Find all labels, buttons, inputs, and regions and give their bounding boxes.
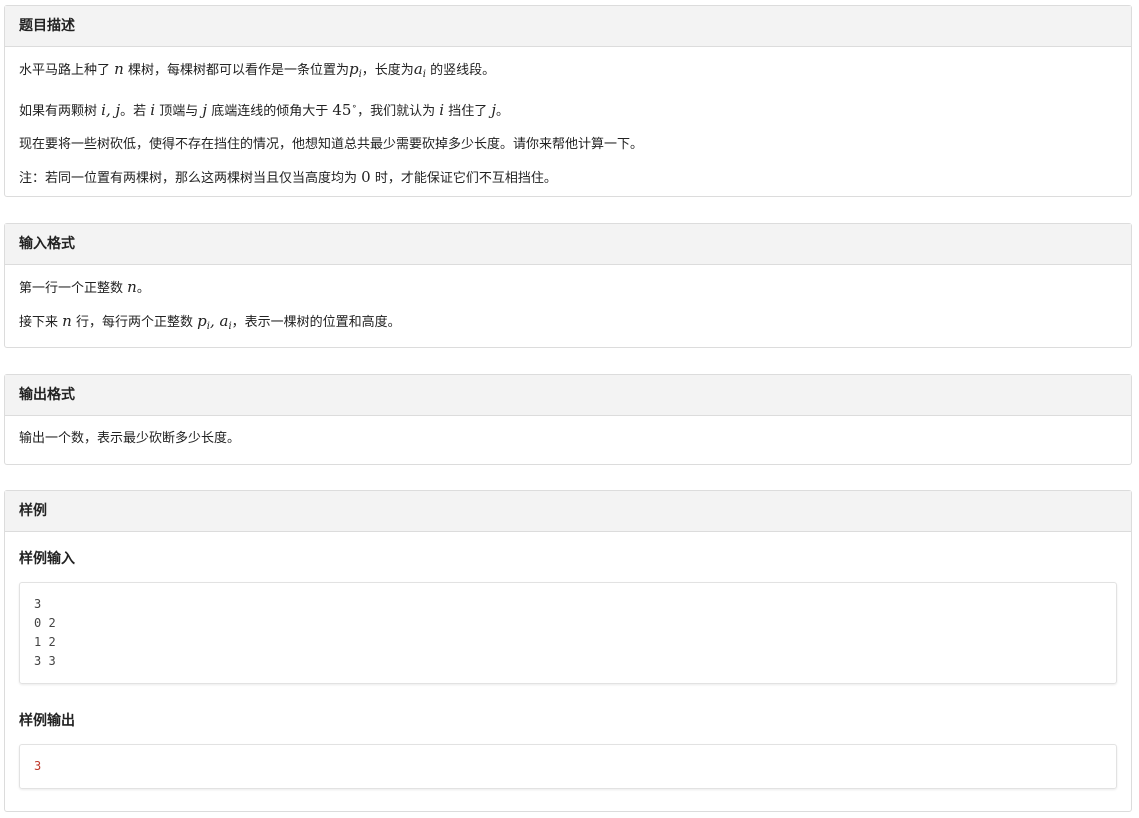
input-format-panel: 输入格式 第一行一个正整数 n。 接下来 n 行，每行两个正整数 pi, ai，…: [4, 223, 1132, 348]
input-format-body: 第一行一个正整数 n。 接下来 n 行，每行两个正整数 pi, ai，表示一棵树…: [5, 265, 1131, 347]
math-n: n: [127, 278, 137, 296]
output-format-line-1: 输出一个数，表示最少砍断多少长度。: [19, 431, 241, 446]
text: ，我们就认为: [357, 104, 436, 119]
math-p: p: [197, 312, 207, 330]
description-line-1: 水平马路上种了 n 棵树，每棵树都可以看作是一条位置为pi，长度为ai 的竖线段…: [19, 53, 1117, 91]
sample-input-title: 样例输入: [19, 551, 75, 567]
output-format-title: 输出格式: [5, 375, 1131, 416]
description-line-3: 现在要将一些树砍低，使得不存在挡住的情况，他想知道总共最少需要砍掉多少长度。请你…: [19, 137, 644, 152]
sample-input-code: 3 0 2 1 2 3 3: [19, 582, 1117, 684]
text: 。: [496, 104, 510, 119]
text: 。若: [120, 104, 147, 119]
input-format-line-1: 第一行一个正整数 n。: [19, 271, 1117, 305]
description-body: 水平马路上种了 n 棵树，每棵树都可以看作是一条位置为pi，长度为ai 的竖线段…: [5, 47, 1131, 199]
math-ij: i, j: [101, 101, 121, 119]
math-sub: i: [422, 69, 426, 80]
math-45: 45: [332, 101, 352, 119]
sample-output-code: 3: [19, 744, 1117, 789]
text: 顶端与: [159, 104, 199, 119]
text: 。: [136, 281, 150, 296]
math-i: i: [150, 101, 156, 119]
input-format-line-2: 接下来 n 行，每行两个正整数 pi, ai，表示一棵树的位置和高度。: [19, 305, 1117, 343]
output-format-body: 输出一个数，表示最少砍断多少长度。: [5, 416, 1131, 459]
sample-body: 样例输入 3 0 2 1 2 3 3 样例输出 3: [5, 532, 1131, 793]
description-line-2: 如果有两颗树 i, j。若 i 顶端与 j 底端连线的倾角大于 45∘，我们就认…: [19, 91, 1117, 128]
input-format-title: 输入格式: [5, 224, 1131, 265]
text: 注：若同一位置有两棵树，那么这两棵树当且仅当高度均为: [19, 171, 358, 186]
sample-output-title: 样例输出: [19, 713, 75, 729]
text: 第一行一个正整数: [19, 281, 124, 296]
sample-title: 样例: [5, 491, 1131, 532]
sample-panel: 样例 样例输入 3 0 2 1 2 3 3 样例输出 3: [4, 490, 1132, 812]
text: 底端连线的倾角大于: [211, 104, 329, 119]
text: ，长度为: [361, 63, 414, 78]
text: ，表示一棵树的位置和高度。: [231, 315, 401, 330]
description-title: 题目描述: [5, 6, 1131, 47]
text: 接下来: [19, 315, 59, 330]
math-n: n: [62, 312, 72, 330]
text: 行，每行两个正整数: [75, 315, 193, 330]
text: 水平马路上种了: [19, 63, 111, 78]
output-format-panel: 输出格式 输出一个数，表示最少砍断多少长度。: [4, 374, 1132, 465]
text: 挡住了: [448, 104, 488, 119]
description-panel: 题目描述 水平马路上种了 n 棵树，每棵树都可以看作是一条位置为pi，长度为ai…: [4, 5, 1132, 197]
math-n: n: [114, 60, 124, 78]
text: 棵树，每棵树都可以看作是一条位置为: [127, 63, 349, 78]
text: 的竖线段。: [430, 63, 496, 78]
description-line-4: 注：若同一位置有两棵树，那么这两棵树当且仅当高度均为 0 时，才能保证它们不互相…: [19, 161, 1117, 195]
text: 时，才能保证它们不互相挡住。: [374, 171, 557, 186]
math-p: p: [348, 60, 359, 78]
math-i: i: [439, 101, 445, 119]
text: 如果有两颗树: [19, 104, 98, 119]
math-j: j: [202, 101, 208, 119]
math-a: a: [413, 60, 423, 78]
math-0: 0: [361, 168, 371, 186]
